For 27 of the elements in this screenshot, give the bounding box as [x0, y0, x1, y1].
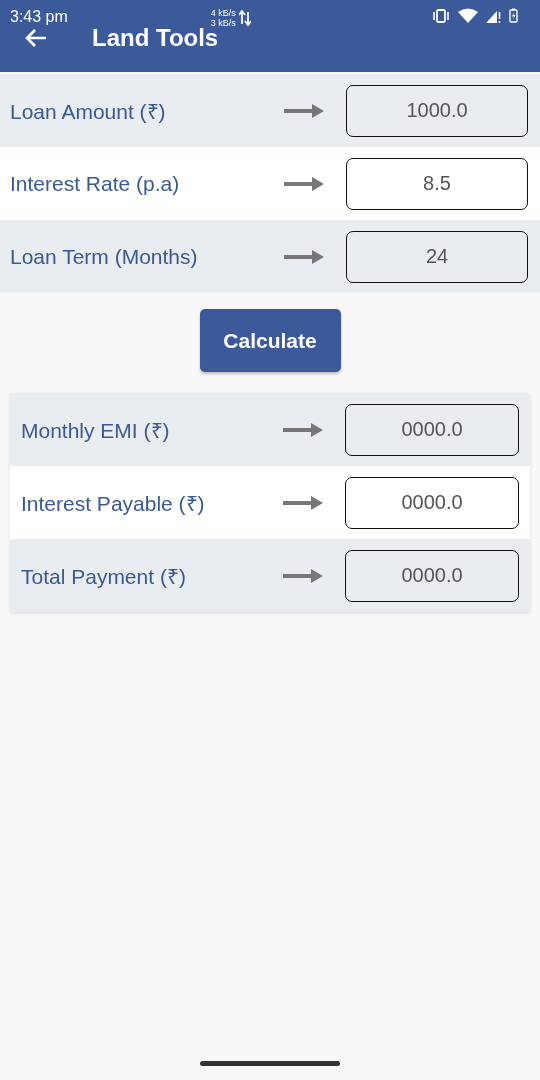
field-label: Loan Amount (₹)	[10, 98, 167, 125]
vibrate-icon	[432, 8, 450, 23]
status-time: 3:43 pm	[10, 8, 68, 26]
field-label: Total Payment (₹)	[21, 563, 187, 590]
battery-icon	[509, 8, 518, 23]
download-speed: 3 kB/s	[210, 18, 236, 28]
right-arrow-icon	[283, 421, 323, 438]
right-arrow-icon	[284, 248, 324, 265]
field-label: Interest Rate (p.a)	[10, 171, 181, 196]
field-label: Monthly EMI (₹)	[21, 417, 171, 444]
back-button[interactable]	[24, 28, 48, 48]
result-field[interactable]: 0000.0	[345, 476, 519, 529]
right-arrow-icon	[284, 175, 324, 192]
data-transfer-icon	[238, 10, 251, 26]
right-arrow-icon	[284, 102, 324, 119]
wifi-icon	[458, 8, 478, 23]
right-arrow-icon	[283, 494, 323, 511]
right-arrow-icon	[283, 567, 323, 584]
input-field[interactable]: 24	[346, 230, 528, 283]
field-label: Loan Term (Months)	[10, 244, 199, 269]
upload-speed: 4 kB/s	[210, 8, 236, 18]
result-field[interactable]: 0000.0	[345, 549, 519, 602]
input-field[interactable]: 1000.0	[346, 84, 528, 137]
field-label: Interest Payable (₹)	[21, 490, 206, 517]
result-field[interactable]: 0000.0	[345, 403, 519, 456]
input-field[interactable]: 8.5	[346, 157, 528, 210]
calculate-button[interactable]: Calculate	[199, 309, 341, 372]
